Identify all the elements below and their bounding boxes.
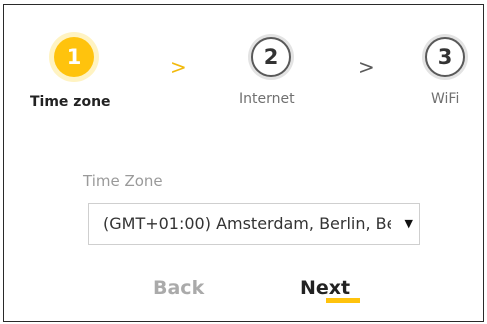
step-2-indicator: 2 <box>251 37 291 77</box>
back-button[interactable]: Back <box>153 277 204 299</box>
time-zone-label: Time Zone <box>83 172 163 190</box>
step-2-label: Internet <box>239 91 295 107</box>
next-button-underline <box>326 298 360 303</box>
step-arrow-2: > <box>358 55 375 79</box>
step-3-indicator: 3 <box>425 37 465 77</box>
next-button[interactable]: Next <box>300 277 350 299</box>
time-zone-selected-value: (GMT+01:00) Amsterdam, Berlin, Bern, Rom… <box>103 214 391 233</box>
time-zone-select[interactable]: (GMT+01:00) Amsterdam, Berlin, Bern, Rom… <box>88 203 420 245</box>
setup-wizard-panel: 1 Time zone > 2 Internet > 3 WiFi Time Z… <box>3 4 484 322</box>
step-1-number: 1 <box>66 45 82 69</box>
step-1-indicator: 1 <box>54 37 94 77</box>
step-2-number: 2 <box>263 45 279 69</box>
dropdown-caret-icon: ▼ <box>404 217 413 230</box>
step-3-number: 3 <box>437 45 453 69</box>
step-3-label: WiFi <box>431 91 460 107</box>
back-button-underline <box>188 298 217 303</box>
step-1-label: Time zone <box>30 94 111 110</box>
step-arrow-1: > <box>170 55 187 79</box>
